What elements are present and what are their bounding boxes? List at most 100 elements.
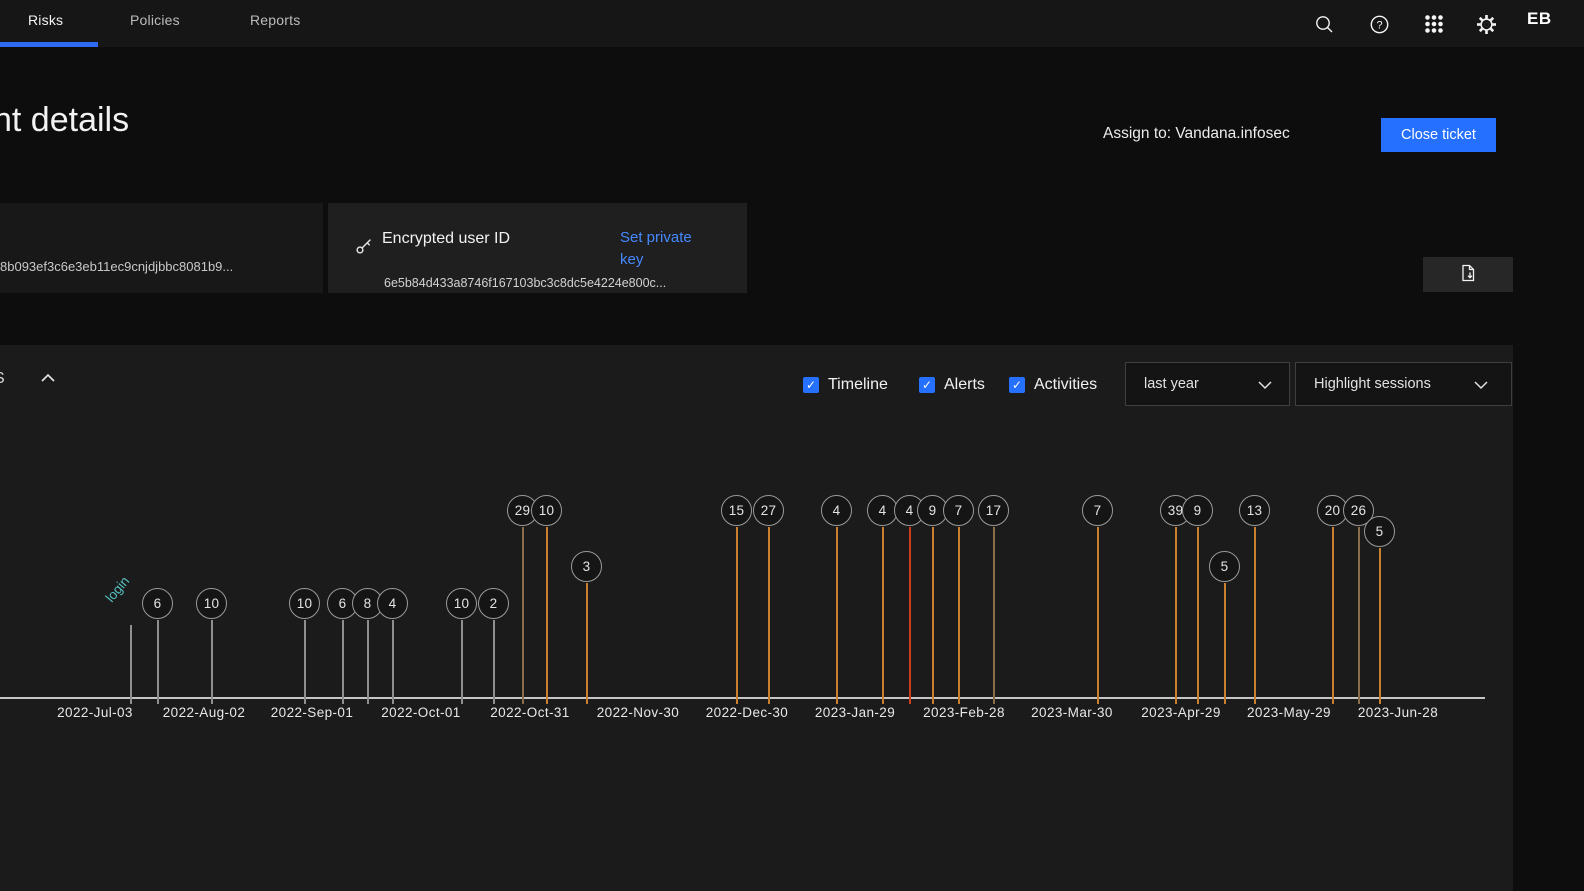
highlight-sessions-dropdown[interactable]: Highlight sessions [1295,362,1512,406]
timeline-event-circle[interactable]: 10 [196,588,227,619]
timeline-event-stem [304,620,306,705]
checkbox-activities[interactable]: ✓ Activities [1009,376,1097,394]
section-title: S [0,370,5,388]
x-axis-tick-label: 2023-Apr-29 [1141,705,1220,720]
timeline-event-stem [1358,527,1360,705]
timeline-event-circle[interactable]: 27 [753,495,784,526]
login-annotation: login [103,574,133,605]
x-axis-tick-label: 2022-Aug-02 [163,705,245,720]
timeline-event-circle[interactable]: 7 [943,495,974,526]
timeline-event-stem [157,620,159,705]
key-icon [355,236,374,260]
x-axis-tick-label: 2023-Jan-29 [815,705,895,720]
chevron-up-icon [39,373,57,388]
timeline-event-circle[interactable]: 2 [478,588,509,619]
checkmark-icon: ✓ [803,377,819,393]
timeline-event-circle[interactable]: 7 [1082,495,1113,526]
checkbox-timeline[interactable]: ✓ Timeline [803,376,888,394]
session-id-card: 8b093ef3c6e3eb11ec9cnjdjbbc8081b9... [0,203,323,293]
timeline-event-stem [932,527,934,705]
x-axis-tick-label: 2023-Feb-28 [923,705,1005,720]
x-axis-tick-label: 2022-Sep-01 [271,705,353,720]
timeline-event-stem [546,527,548,705]
session-id-value: 8b093ef3c6e3eb11ec9cnjdjbbc8081b9... [0,259,233,274]
timeline-event-circle[interactable]: 10 [289,588,320,619]
timeline-event-circle[interactable]: 9 [1182,495,1213,526]
timeline-event-stem [993,527,995,705]
timeline-event-stem [392,620,394,705]
timeline-event-stem [367,620,369,705]
timeline-event-stem [1379,548,1381,705]
timeline-event-circle[interactable]: 4 [821,495,852,526]
timeline-event-circle[interactable]: 3 [571,551,602,582]
page-title: nt details [0,101,129,140]
svg-text:?: ? [1376,19,1382,31]
highlight-sessions-value: Highlight sessions [1314,376,1431,392]
timeline-event-circle[interactable]: 15 [721,495,752,526]
x-axis-tick-label: 2022-Oct-31 [490,705,569,720]
timeline-event-stem [1254,527,1256,705]
timeline-event-circle[interactable]: 17 [978,495,1009,526]
app-switcher-icon[interactable] [1415,5,1453,43]
timeline-event-stem [736,527,738,705]
timeline-event-stem [958,527,960,705]
active-tab-indicator [0,42,98,47]
timeline-event-stem [768,527,770,705]
timeline-event-stem [1197,527,1199,705]
export-document-button[interactable] [1423,257,1513,292]
help-icon[interactable]: ? [1360,5,1398,43]
timeline-event-circle[interactable]: 13 [1239,495,1270,526]
document-export-icon [1459,264,1477,285]
settings-gear-icon[interactable] [1467,5,1505,43]
timeline-event-circle[interactable]: 5 [1209,551,1240,582]
tab-policies[interactable]: Policies [130,12,180,28]
timeline-event-stem [342,620,344,705]
timeline-event-circle[interactable]: 5 [1364,516,1395,547]
timeline-event-stem [130,625,132,704]
timeline-event-stem [1175,527,1177,705]
timeline-event-stem [211,620,213,705]
timeline-event-stem [836,527,838,705]
time-range-value: last year [1144,376,1199,392]
x-axis-tick-label: 2023-Jun-28 [1358,705,1438,720]
timeline-event-stem [493,620,495,705]
checkmark-icon: ✓ [1009,377,1025,393]
checkbox-activities-label: Activities [1034,376,1097,394]
x-axis-tick-label: 2023-Mar-30 [1031,705,1113,720]
checkbox-alerts-label: Alerts [944,376,985,394]
timeline-event-circle[interactable]: 10 [446,588,477,619]
x-axis-tick-label: 2022-Oct-01 [381,705,460,720]
collapse-section-button[interactable] [36,369,60,389]
search-icon[interactable] [1305,5,1343,43]
encrypted-user-id-title: Encrypted user ID [382,230,510,248]
timeline-panel: S ✓ Timeline ✓ Alerts ✓ Activities last … [0,345,1513,891]
timeline-event-circle[interactable]: 4 [377,588,408,619]
x-axis-line [0,697,1485,699]
x-axis-tick-label: 2022-Nov-30 [597,705,679,720]
tab-reports[interactable]: Reports [250,12,300,28]
timeline-event-stem [1224,583,1226,705]
assign-to-text: Assign to: Vandana.infosec [1103,125,1290,143]
close-ticket-button[interactable]: Close ticket [1381,118,1496,152]
avatar[interactable]: EB [1527,9,1552,29]
x-axis-tick-label: 2022-Dec-30 [706,705,788,720]
encrypted-user-id-value: 6e5b84d433a8746f167103bc3c8dc5e4224e800c… [384,276,666,290]
timeline-event-stem [522,527,524,705]
x-axis-tick-label: 2023-May-29 [1247,705,1331,720]
timeline-event-circle[interactable]: 6 [142,588,173,619]
timeline-event-stem [1097,527,1099,705]
timeline-event-stem [1332,527,1334,705]
x-axis-tick-label: 2022-Jul-03 [57,705,133,720]
set-private-key-link[interactable]: Set private key [620,227,708,271]
checkbox-alerts[interactable]: ✓ Alerts [919,376,985,394]
checkbox-timeline-label: Timeline [828,376,888,394]
top-nav: Risks Policies Reports ? EB [0,0,1584,47]
timeline-event-stem [586,583,588,705]
timeline-event-stem [461,620,463,705]
checkmark-icon: ✓ [919,377,935,393]
time-range-dropdown[interactable]: last year [1125,362,1290,406]
timeline-event-stem [909,527,911,705]
tab-risks[interactable]: Risks [28,12,63,28]
timeline-event-circle[interactable]: 10 [531,495,562,526]
encrypted-user-id-card: Encrypted user ID Set private key 6e5b84… [328,203,747,293]
